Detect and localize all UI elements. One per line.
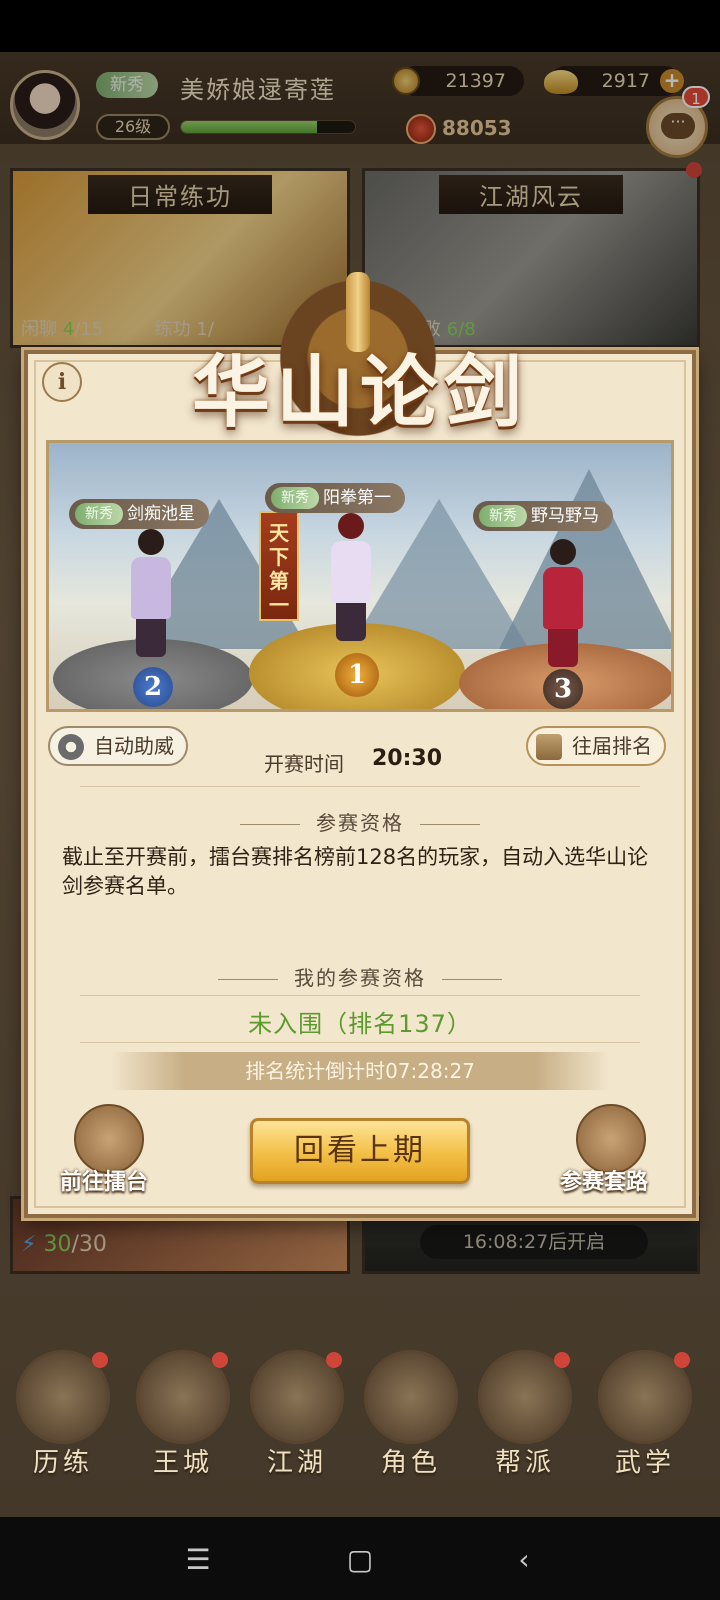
qualification-heading: 参赛资格 [0, 807, 720, 836]
third-place-fighter[interactable] [543, 539, 583, 669]
review-last-button[interactable]: 回看上期 [250, 1118, 470, 1184]
divider [80, 1042, 640, 1043]
gear-icon [58, 734, 84, 760]
auto-cheer-label: 自动助威 [94, 734, 174, 758]
qualification-description: 截止至开赛前，擂台赛排名榜前128名的玩家，自动入选华山论剑参赛名单。 [62, 845, 649, 898]
rookie-tag: 新秀 [479, 505, 527, 527]
world-first-banner: 天下第一 [259, 511, 299, 621]
crossed-swords-icon [536, 734, 562, 760]
second-place-nameplate: 新秀 剑痴池星 [69, 499, 209, 529]
nav-label: 角色 [380, 1448, 441, 1478]
rank-badge-2: 2 [133, 667, 173, 707]
start-time-value: 20:30 [372, 746, 443, 771]
first-place-fighter[interactable] [331, 513, 371, 643]
auto-cheer-button[interactable]: 自动助威 [48, 726, 188, 766]
home-icon[interactable]: ▢ [340, 1543, 380, 1576]
rookie-tag: 新秀 [75, 503, 123, 525]
menu-icon[interactable]: ☰ [178, 1543, 218, 1576]
nav-label: 江湖 [266, 1448, 327, 1478]
rank-badge-1: 1 [335, 653, 379, 697]
divider [80, 786, 640, 787]
my-qualification-status: 未入围（排名137） [248, 1010, 472, 1038]
player-name: 剑痴池星 [127, 504, 195, 524]
nav-guild[interactable]: 帮派 [470, 1350, 580, 1479]
notification-dot [674, 1352, 690, 1368]
status-bar [0, 0, 720, 52]
first-place-nameplate: 新秀 阳拳第一 [265, 483, 405, 513]
goto-arena-button[interactable]: 前往擂台 [60, 1164, 148, 1196]
nav-character[interactable]: 角色 [356, 1350, 466, 1479]
nav-martial-arts[interactable]: 武学 [590, 1350, 700, 1479]
notification-dot [554, 1352, 570, 1368]
player-name: 野马野马 [531, 506, 599, 526]
notification-dot [212, 1352, 228, 1368]
nav-label: 历练 [32, 1448, 93, 1478]
start-time-label: 开赛时间 [264, 752, 344, 776]
rank-badge-3: 3 [543, 669, 583, 709]
back-icon[interactable]: ‹ [504, 1543, 544, 1576]
past-rankings-button[interactable]: 往届排名 [526, 726, 666, 766]
nav-label: 武学 [614, 1448, 675, 1478]
bottom-nav: 历练 王城 江湖 角色 帮派 武学 [0, 1330, 720, 1517]
divider [80, 995, 640, 996]
past-rankings-label: 往届排名 [572, 734, 652, 758]
podium-stage: 天下第一 新秀 剑痴池星 新秀 阳拳第一 新秀 野马野马 2 1 3 [46, 440, 674, 712]
notification-dot [92, 1352, 108, 1368]
nav-label: 帮派 [494, 1448, 555, 1478]
system-nav-bar: ☰ ▢ ‹ [0, 1517, 720, 1600]
third-place-nameplate: 新秀 野马野马 [473, 501, 613, 531]
mountain [499, 469, 671, 649]
info-icon[interactable]: i [42, 362, 82, 402]
dialog-title: 华山论剑 [191, 347, 528, 438]
second-place-fighter[interactable] [131, 529, 171, 659]
routines-button[interactable]: 参赛套路 [560, 1164, 648, 1196]
nav-label: 王城 [152, 1448, 213, 1478]
nav-capital[interactable]: 王城 [128, 1350, 238, 1479]
notification-dot [326, 1352, 342, 1368]
nav-jianghu[interactable]: 江湖 [242, 1350, 352, 1479]
character-icon [364, 1350, 458, 1444]
rookie-tag: 新秀 [271, 487, 319, 509]
my-qualification-heading: 我的参赛资格 [0, 962, 720, 991]
player-name: 阳拳第一 [323, 488, 391, 508]
nav-training[interactable]: 历练 [8, 1350, 118, 1479]
ranking-countdown: 排名统计倒计时07:28:27 [110, 1052, 610, 1090]
